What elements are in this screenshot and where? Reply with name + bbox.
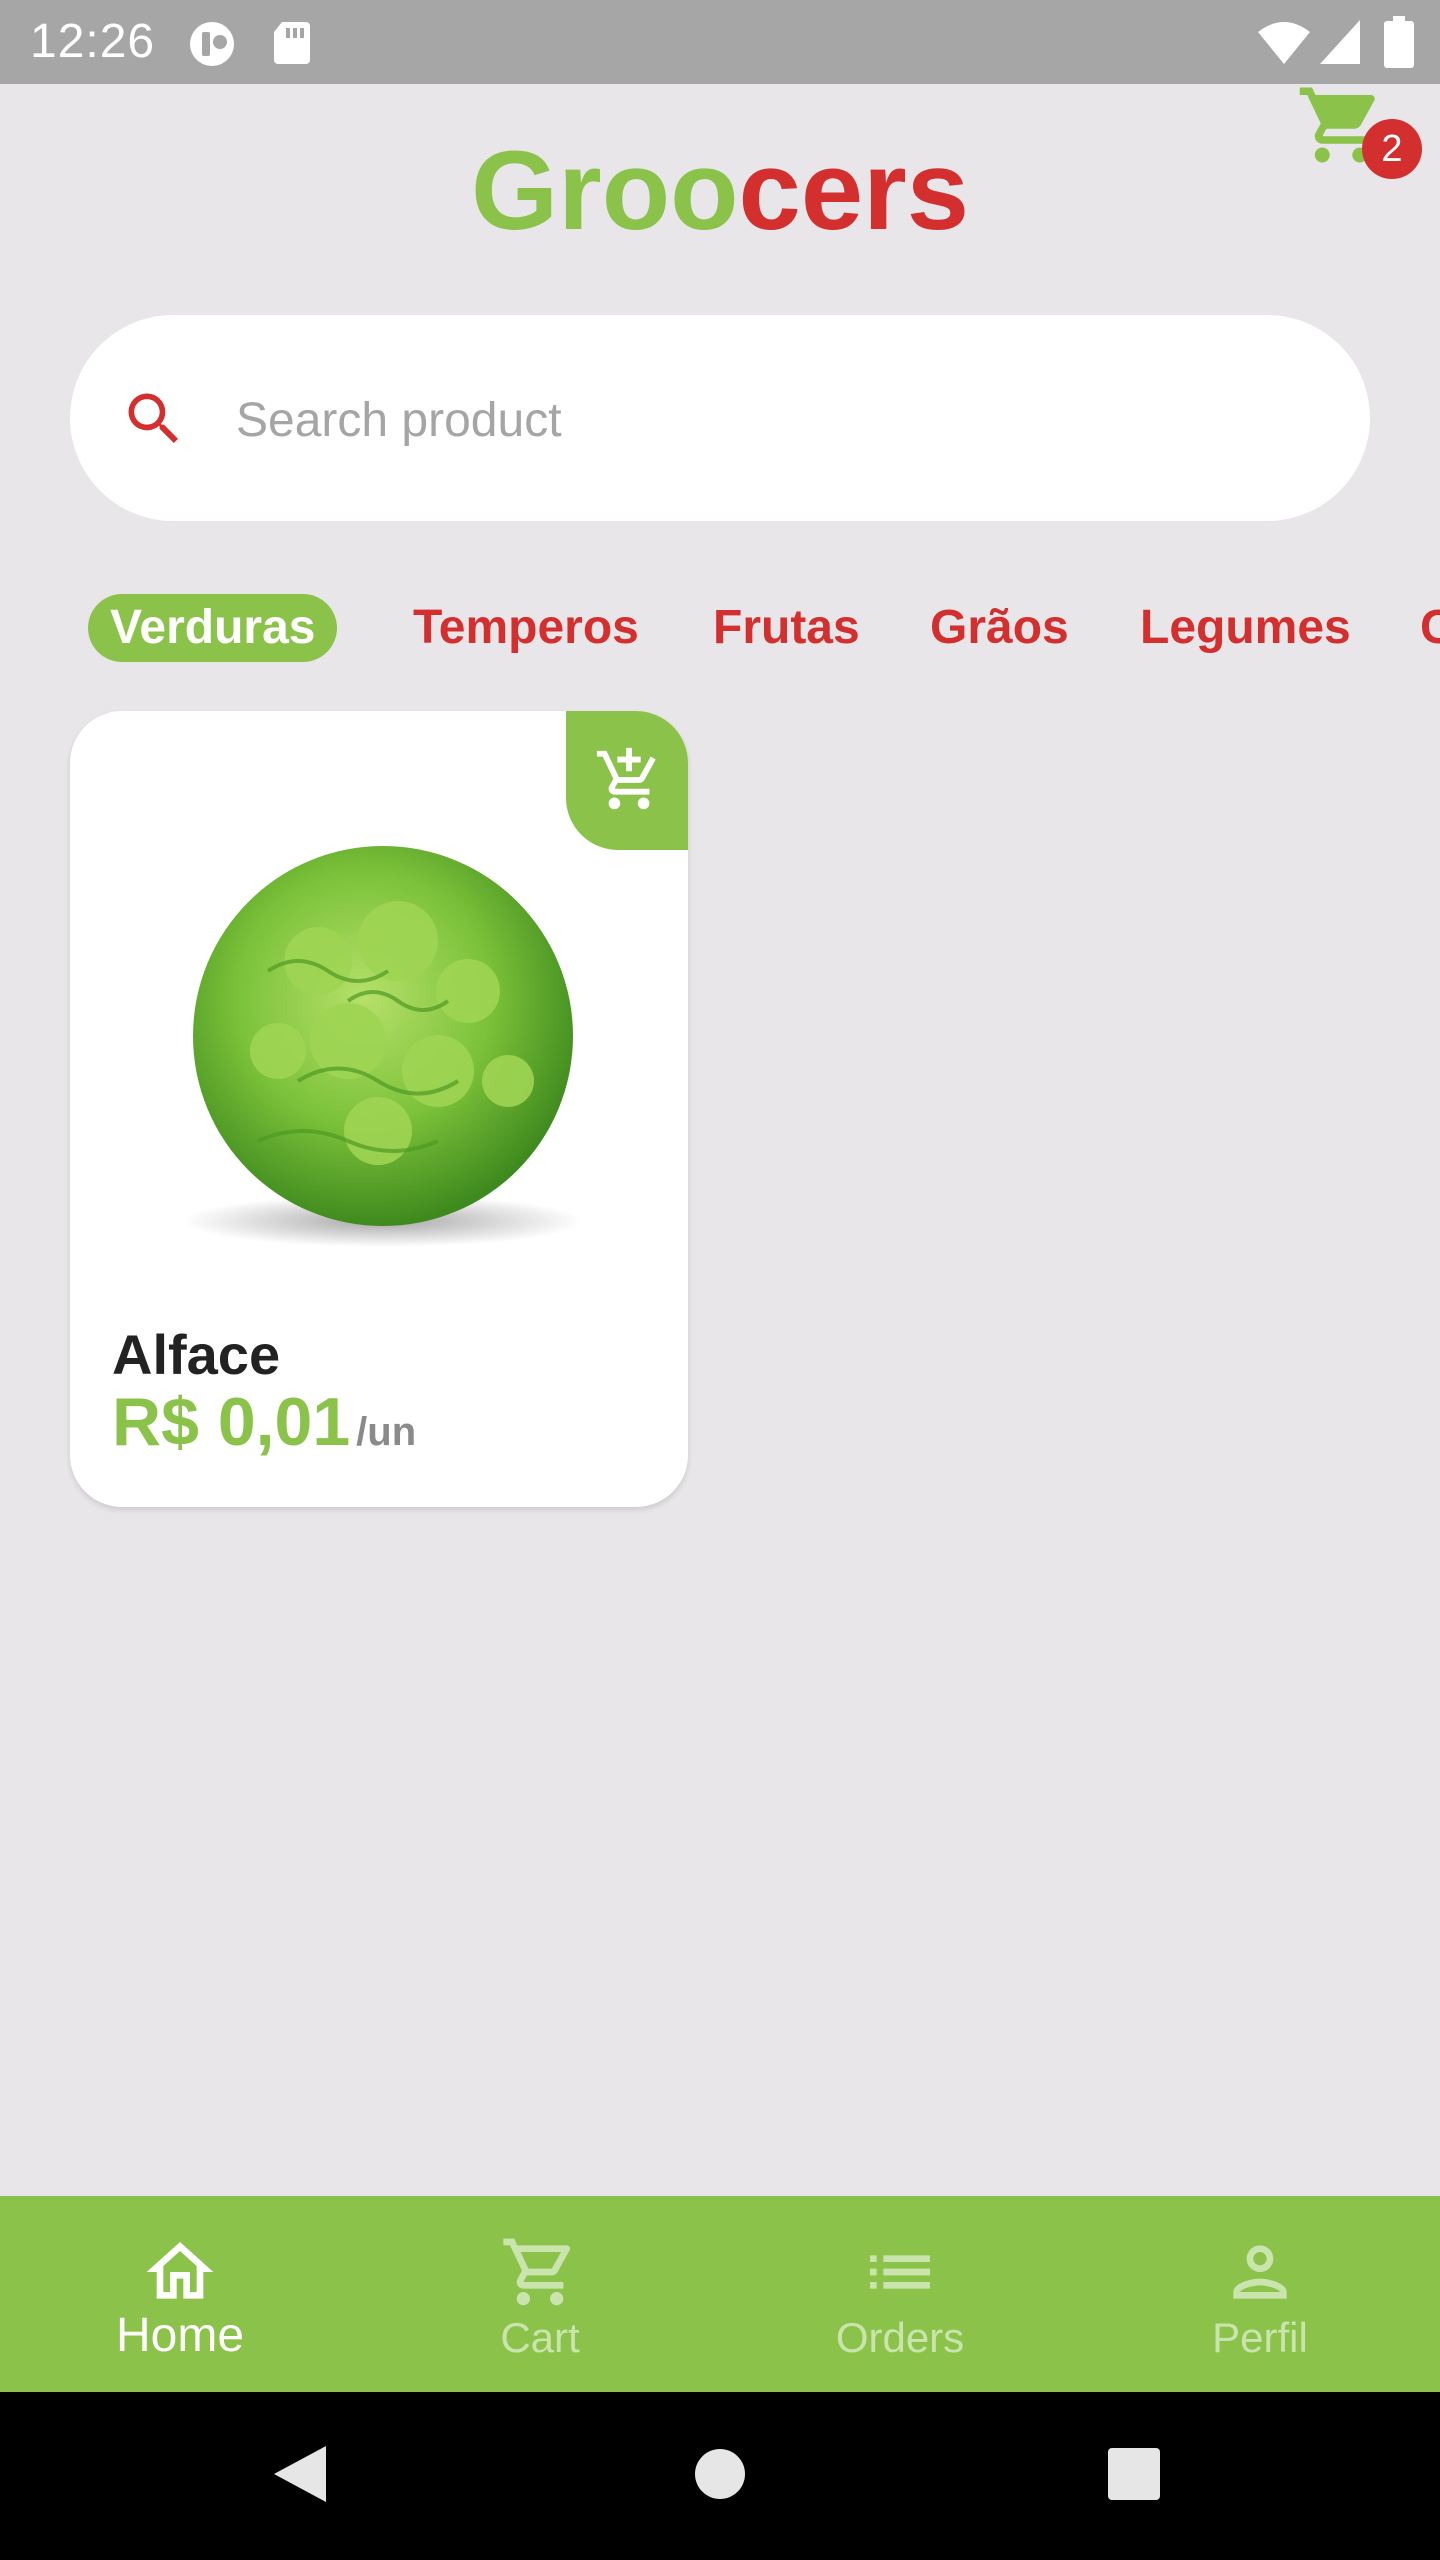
product-price: R$ 0,01: [112, 1384, 351, 1460]
app-header: Groocers: [0, 84, 1440, 294]
status-time: 12:26: [30, 15, 156, 68]
sd-card-icon: [274, 22, 310, 64]
nav-label-orders: Orders: [835, 2314, 965, 2361]
add-shopping-cart-icon: [596, 747, 656, 810]
category-tab-verduras[interactable]: Verduras: [88, 594, 338, 662]
list-icon: [870, 2255, 930, 2289]
app-notification-icon: [190, 22, 234, 66]
category-tab-legumes[interactable]: Legumes: [1140, 594, 1351, 662]
product-unit: /un: [356, 1410, 417, 1454]
back-icon[interactable]: [270, 2442, 330, 2506]
product-price-row: R$ 0,01/un: [112, 1383, 416, 1461]
cellular-signal-icon: [1320, 20, 1360, 64]
product-card[interactable]: Alface R$ 0,01/un: [70, 711, 688, 1507]
system-navigation-bar: [0, 2392, 1440, 2560]
brand-logo: Groocers: [0, 126, 1440, 255]
nav-label-perfil: Perfil: [1212, 2314, 1308, 2361]
person-icon: [1233, 2245, 1287, 2299]
cart-icon: [503, 2238, 571, 2306]
nav-item-cart[interactable]: Cart: [360, 2196, 720, 2392]
nav-label-home: Home: [115, 2309, 245, 2362]
battery-icon: [1384, 16, 1414, 68]
nav-item-perfil[interactable]: Perfil: [1080, 2196, 1440, 2392]
home-icon: [146, 2242, 214, 2299]
nav-item-home[interactable]: Home: [0, 2196, 360, 2392]
status-bar: 12:26: [0, 0, 1440, 84]
home-circle-icon[interactable]: [694, 2448, 746, 2500]
brand-logo-part-red: cers: [738, 128, 969, 253]
nav-label-cart: Cart: [500, 2314, 580, 2361]
category-tab-graos[interactable]: Grãos: [930, 594, 1069, 662]
search-icon[interactable]: [120, 385, 188, 453]
product-name: Alface: [112, 1323, 281, 1386]
category-tab-frutas[interactable]: Frutas: [713, 594, 860, 662]
bottom-navigation: Home Cart Orders Perfil: [0, 2196, 1440, 2392]
category-tab-partial[interactable]: C: [1420, 594, 1440, 662]
wifi-icon: [1258, 22, 1310, 64]
category-tab-temperos[interactable]: Temperos: [413, 594, 639, 662]
category-tabs: Verduras Temperos Frutas Grãos Legumes C: [0, 590, 1440, 670]
search-input[interactable]: [236, 380, 1316, 460]
brand-logo-part-green: Groo: [471, 128, 739, 253]
lettuce-image: [183, 846, 583, 1247]
recents-icon[interactable]: [1108, 2448, 1160, 2500]
cart-count-badge: 2: [1362, 119, 1422, 179]
nav-item-orders[interactable]: Orders: [720, 2196, 1080, 2392]
